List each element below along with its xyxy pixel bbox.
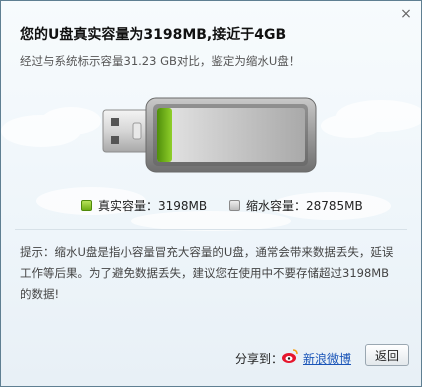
weibo-icon[interactable]: [281, 347, 299, 365]
result-subtitle: 经过与系统标示容量31.23 GB对比，鉴定为缩水U盘！: [20, 54, 301, 68]
share-label: 分享到：: [235, 352, 284, 366]
real-capacity-label: 真实容量：3198MB: [98, 199, 208, 213]
dialog-footer: 分享到： 新浪微博 返回: [1, 338, 421, 386]
weibo-share-link[interactable]: 新浪微博: [303, 350, 351, 367]
shrink-capacity-fill: [157, 108, 305, 162]
real-capacity-fill: [157, 108, 172, 162]
tip-text: 提示：缩水U盘是指小容量冒充大容量的U盘，通常会带来数据丢失，延误工作等后果。为…: [20, 245, 394, 301]
shrink-capacity-label: 缩水容量：28785MB: [246, 199, 363, 213]
usb-drive-graphic: [102, 97, 317, 173]
divider: [15, 229, 407, 230]
return-button[interactable]: 返回: [365, 344, 409, 366]
legend-shrink: 缩水容量：28785MB: [229, 197, 363, 214]
real-capacity-swatch: [81, 200, 92, 211]
shrink-capacity-swatch: [229, 200, 240, 211]
legend-real: 真实容量：3198MB: [81, 197, 207, 214]
close-button[interactable]: ×: [397, 5, 415, 23]
capacity-result-dialog: × 您的U盘真实容量为3198MB,接近于4GB 经过与系统标示容量31.23 …: [0, 0, 422, 387]
result-title: 您的U盘真实容量为3198MB,接近于4GB: [20, 27, 287, 43]
